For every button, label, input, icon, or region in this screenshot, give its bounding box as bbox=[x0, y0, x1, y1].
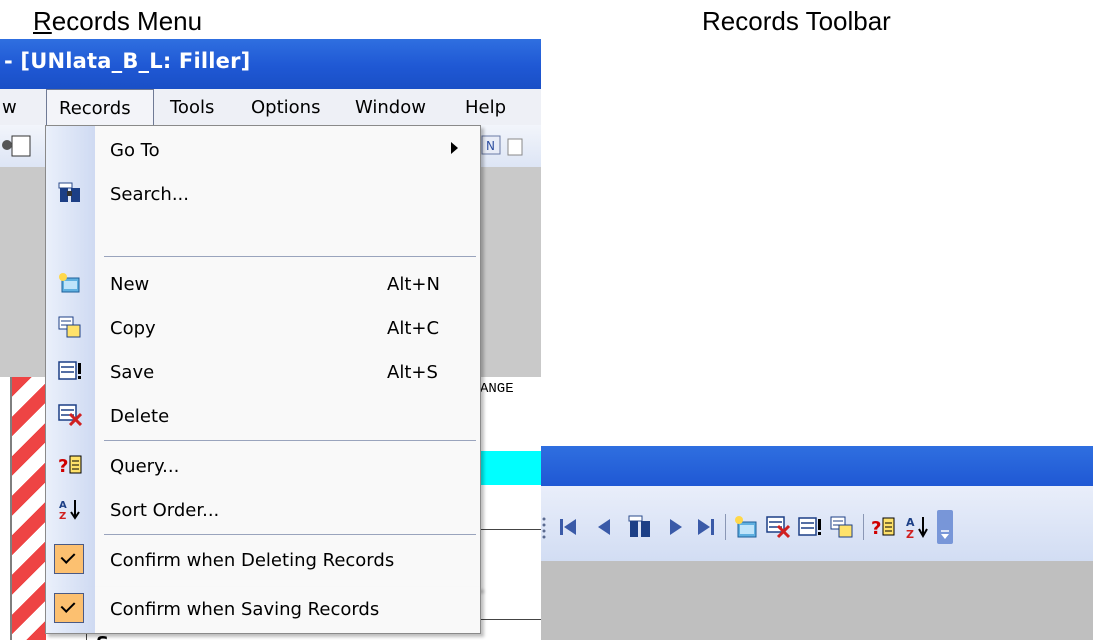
check-icon bbox=[54, 593, 84, 623]
window-title-bar: - [UNlata_B_L: Filler] bbox=[0, 39, 541, 89]
delete-record-icon[interactable] bbox=[765, 514, 791, 540]
records-menu-tail: Confirm when Saving Records bbox=[45, 587, 481, 634]
menu-item-delete[interactable]: Delete bbox=[46, 394, 480, 438]
svg-text:Z: Z bbox=[906, 528, 914, 540]
menu-item-new[interactable]: New Alt+N bbox=[46, 262, 480, 306]
toolbar-separator bbox=[725, 514, 726, 540]
toolbar-fragment-icon[interactable] bbox=[2, 133, 42, 159]
menu-item-label: Copy bbox=[110, 318, 156, 339]
menu-view-fragment[interactable]: w bbox=[2, 97, 17, 118]
first-record-icon[interactable] bbox=[555, 514, 581, 540]
menu-item-label: Sort Order... bbox=[110, 500, 220, 521]
copy-record-icon[interactable] bbox=[829, 514, 855, 540]
copy-record-icon bbox=[58, 316, 81, 338]
menu-item-shortcut: Alt+S bbox=[387, 362, 438, 383]
save-record-icon bbox=[58, 361, 81, 380]
svg-text:?: ? bbox=[871, 518, 881, 539]
menu-options[interactable]: Options bbox=[251, 97, 320, 118]
menu-records[interactable]: Records bbox=[46, 89, 154, 125]
workspace-background bbox=[541, 561, 1093, 640]
form-field-fragment: S bbox=[96, 633, 109, 640]
menu-item-label: Confirm when Saving Records bbox=[110, 599, 380, 620]
search-icon[interactable] bbox=[627, 514, 653, 540]
menu-help[interactable]: Help bbox=[465, 97, 506, 118]
records-toolbar: ? A Z bbox=[541, 506, 1093, 548]
menu-separator bbox=[104, 256, 476, 257]
check-icon bbox=[54, 544, 84, 574]
next-record-icon[interactable] bbox=[663, 514, 689, 540]
toolbar-grip-icon[interactable] bbox=[541, 516, 549, 540]
save-record-icon[interactable] bbox=[797, 514, 823, 540]
menu-bar: w Records Tools Options Window Help bbox=[0, 89, 541, 126]
menu-item-label: Query... bbox=[110, 456, 180, 477]
column-header-fragment: ANGE bbox=[480, 381, 514, 397]
menu-item-label: Confirm when Deleting Records bbox=[110, 550, 395, 571]
toolbar-right-fragment-icon[interactable]: N bbox=[480, 133, 530, 159]
records-menu-screenshot: - [UNlata_B_L: Filler] w Records Tools O… bbox=[0, 39, 541, 640]
hazard-stripes bbox=[12, 377, 46, 640]
submenu-arrow-icon bbox=[451, 142, 458, 154]
query-icon: ? bbox=[58, 455, 82, 476]
records-menu-heading: Records Menu bbox=[33, 6, 203, 36]
menu-item-label: Save bbox=[110, 362, 155, 383]
menu-separator bbox=[104, 440, 476, 441]
new-record-icon bbox=[59, 273, 80, 293]
new-record-icon[interactable] bbox=[733, 514, 759, 540]
last-record-icon[interactable] bbox=[693, 514, 719, 540]
menu-item-confirm-saving[interactable]: Confirm when Saving Records bbox=[46, 587, 480, 631]
previous-record-icon[interactable] bbox=[591, 514, 617, 540]
menu-item-confirm-deleting[interactable]: Confirm when Deleting Records bbox=[46, 538, 480, 582]
menu-item-label: Go To bbox=[110, 140, 160, 161]
sort-icon[interactable]: A Z bbox=[905, 514, 931, 540]
menu-item-sort-order[interactable]: A Z Sort Order... bbox=[46, 488, 480, 532]
menu-item-save[interactable]: Save Alt+S bbox=[46, 350, 480, 394]
records-toolbar-heading: Records Toolbar bbox=[702, 6, 891, 36]
menu-item-shortcut: Alt+N bbox=[387, 274, 440, 295]
binoculars-icon bbox=[58, 182, 80, 202]
menu-item-label: Delete bbox=[110, 406, 170, 427]
toolbar-separator bbox=[863, 514, 864, 540]
menu-item-query[interactable]: ? Query... bbox=[46, 444, 480, 488]
menu-records-label: Records bbox=[59, 98, 131, 119]
records-menu: Go To Search... New Alt+N Copy Alt+C Sav… bbox=[45, 125, 481, 590]
toolbar-options-icon[interactable] bbox=[937, 510, 953, 544]
query-icon[interactable]: ? bbox=[871, 514, 897, 540]
menu-item-copy[interactable]: Copy Alt+C bbox=[46, 306, 480, 350]
menu-item-search[interactable]: Search... bbox=[46, 172, 480, 216]
svg-text:N: N bbox=[486, 139, 495, 153]
menu-tools[interactable]: Tools bbox=[170, 97, 214, 118]
svg-text:A: A bbox=[59, 500, 67, 511]
svg-text:?: ? bbox=[58, 456, 68, 476]
delete-record-icon bbox=[58, 404, 82, 426]
sort-icon: A Z bbox=[59, 500, 80, 520]
menu-separator bbox=[104, 534, 476, 535]
menu-window[interactable]: Window bbox=[355, 97, 426, 118]
window-title-bar bbox=[541, 446, 1093, 486]
records-menu-heading-rest: ecords Menu bbox=[51, 6, 203, 36]
records-toolbar-screenshot: ? A Z bbox=[541, 446, 1093, 640]
menu-item-shortcut: Alt+C bbox=[387, 318, 440, 339]
svg-text:Z: Z bbox=[59, 511, 66, 520]
menu-item-label: Search... bbox=[110, 184, 190, 205]
menu-item-label: New bbox=[110, 274, 150, 295]
menu-item-go-to[interactable]: Go To bbox=[46, 128, 480, 172]
window-title: - [UNlata_B_L: Filler] bbox=[4, 49, 251, 73]
